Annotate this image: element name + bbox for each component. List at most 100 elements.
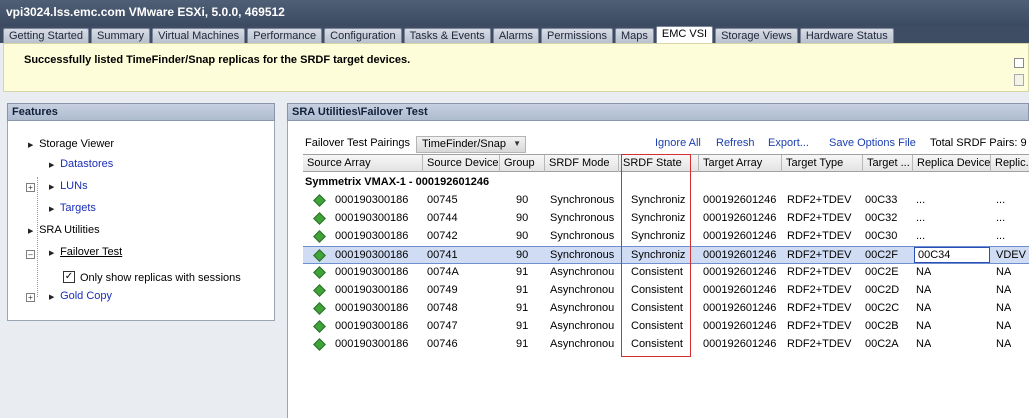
tab-configuration[interactable]: Configuration xyxy=(324,28,402,43)
triangle-right-icon: ▶ xyxy=(28,142,34,149)
cell-target-array: 000192601246 xyxy=(703,320,777,332)
triangle-right-icon: ▶ xyxy=(28,228,34,235)
cell-group: 90 xyxy=(516,230,529,242)
collapse-minus-icon[interactable]: – xyxy=(26,250,35,259)
tree-item-datastores[interactable]: ▶ Datastores xyxy=(49,158,113,170)
cell-replica-device: NA xyxy=(916,266,932,278)
save-options-file-link[interactable]: Save Options File xyxy=(829,137,916,149)
cell-group: 90 xyxy=(516,212,529,224)
cell-srdf-mode: Synchronous xyxy=(550,194,615,206)
cell-replica-device: NA xyxy=(916,338,932,350)
refresh-link[interactable]: Refresh xyxy=(716,137,755,149)
tab-getting-started[interactable]: Getting Started xyxy=(3,28,89,43)
cell-target: 00C2A xyxy=(865,338,899,350)
column-header-target[interactable]: Target ... xyxy=(863,155,913,172)
pairings-dropdown[interactable]: TimeFinder/Snap ▼ xyxy=(416,136,526,153)
cell-target-array: 000192601246 xyxy=(703,230,777,242)
export-link[interactable]: Export... xyxy=(768,137,809,149)
tab-storage-views[interactable]: Storage Views xyxy=(715,28,798,43)
cell-source-array: 000190300186 xyxy=(335,212,409,224)
cell-target-type: RDF2+TDEV xyxy=(787,338,852,350)
tab-emc-vsi[interactable]: EMC VSI xyxy=(655,26,714,43)
tree-item-gold-copy[interactable]: ▶ Gold Copy xyxy=(49,290,112,302)
cell-source-device: 00745 xyxy=(427,194,458,206)
column-header-srdf-mode[interactable]: SRDF Mode xyxy=(545,155,619,172)
status-ok-icon xyxy=(313,230,326,243)
cell-replica-device: ... xyxy=(916,194,926,206)
tree-item-luns[interactable]: ▶ LUNs xyxy=(49,180,88,192)
tab-summary[interactable]: Summary xyxy=(91,28,151,43)
cell-target-array: 000192601246 xyxy=(703,284,777,296)
column-header-replic[interactable]: Replic... xyxy=(991,155,1029,172)
cell-replic: NA xyxy=(996,338,1012,350)
tab-permissions[interactable]: Permissions xyxy=(541,28,613,43)
cell-replica-device: NA xyxy=(916,302,932,314)
cell-group: 90 xyxy=(516,194,529,206)
cell-group: 91 xyxy=(516,320,529,332)
tab-strip: Getting Started Summary Virtual Machines Pe… xyxy=(0,26,1029,43)
cell-srdf-mode: Asynchronou xyxy=(550,302,615,314)
tree-item-targets[interactable]: ▶ Targets xyxy=(49,202,96,214)
column-header-target-type[interactable]: Target Type xyxy=(782,155,863,172)
notification-close-button[interactable] xyxy=(1014,58,1024,68)
column-header-replica-device[interactable]: Replica Device xyxy=(913,155,991,172)
tab-tasks-events[interactable]: Tasks & Events xyxy=(403,28,491,43)
cell-srdf-mode: Synchronous xyxy=(550,212,615,224)
cell-replica-device: NA xyxy=(916,284,932,296)
status-ok-icon xyxy=(313,194,326,207)
cell-target-array: 000192601246 xyxy=(703,212,777,224)
features-panel-header: Features xyxy=(7,103,275,121)
status-ok-icon xyxy=(313,284,326,297)
cell-group: 91 xyxy=(516,266,529,278)
cell-replic: NA xyxy=(996,266,1012,278)
tree-item-sra-utilities[interactable]: ▶ SRA Utilities xyxy=(28,224,100,236)
notification-message: Successfully listed TimeFinder/Snap repl… xyxy=(24,54,411,66)
ignore-all-link[interactable]: Ignore All xyxy=(655,137,701,149)
cell-target-type: RDF2+TDEV xyxy=(787,194,852,206)
cell-group: 91 xyxy=(516,302,529,314)
tree-item-failover-test[interactable]: ▶ Failover Test xyxy=(49,246,122,258)
cell-srdf-mode: Synchronous xyxy=(550,249,615,261)
cell-source-device: 00744 xyxy=(427,212,458,224)
column-header-target-array[interactable]: Target Array xyxy=(699,155,782,172)
only-show-replicas-checkbox[interactable]: ✓ xyxy=(63,271,75,283)
cell-source-device: 00747 xyxy=(427,320,458,332)
cell-replic: NA xyxy=(996,284,1012,296)
cell-source-device: 00749 xyxy=(427,284,458,296)
cell-source-array: 000190300186 xyxy=(335,302,409,314)
notification-scroll-handle[interactable] xyxy=(1014,74,1024,86)
expand-plus-icon[interactable]: + xyxy=(26,293,35,302)
column-header-source-device[interactable]: Source Device xyxy=(423,155,500,172)
cell-group: 91 xyxy=(516,338,529,350)
cell-replic: ... xyxy=(996,194,1006,206)
cell-target: 00C2B xyxy=(865,320,899,332)
tab-virtual-machines[interactable]: Virtual Machines xyxy=(152,28,246,43)
cell-source-array: 000190300186 xyxy=(335,284,409,296)
cell-group: 91 xyxy=(516,284,529,296)
cell-target-type: RDF2+TDEV xyxy=(787,302,852,314)
tab-maps[interactable]: Maps xyxy=(614,28,654,43)
cell-target-type: RDF2+TDEV xyxy=(787,320,852,332)
tab-performance[interactable]: Performance xyxy=(247,28,323,43)
expand-plus-icon[interactable]: + xyxy=(26,183,35,192)
status-ok-icon xyxy=(313,212,326,225)
cell-source-device: 00741 xyxy=(427,249,458,261)
cell-source-array: 000190300186 xyxy=(335,320,409,332)
cell-target-type: RDF2+TDEV xyxy=(787,249,852,261)
triangle-right-icon: ▶ xyxy=(49,162,55,169)
tab-hardware-status[interactable]: Hardware Status xyxy=(799,28,894,43)
cell-target-type: RDF2+TDEV xyxy=(787,230,852,242)
cell-source-device: 00748 xyxy=(427,302,458,314)
cell-replica-device: ... xyxy=(916,212,926,224)
cell-replic: ... xyxy=(996,230,1006,242)
column-header-source-array[interactable]: Source Array xyxy=(303,155,423,172)
triangle-right-icon: ▶ xyxy=(49,184,55,191)
tree-item-storage-viewer[interactable]: ▶ Storage Viewer xyxy=(28,138,114,150)
replica-device-editor[interactable]: 00C34 xyxy=(914,247,990,263)
main-panel-header: SRA Utilities\Failover Test xyxy=(287,103,1029,121)
cell-target: 00C2D xyxy=(865,284,900,296)
tab-alarms[interactable]: Alarms xyxy=(492,28,540,43)
cell-replic: NA xyxy=(996,320,1012,332)
column-header-group[interactable]: Group xyxy=(500,155,545,172)
cell-target-array: 000192601246 xyxy=(703,266,777,278)
